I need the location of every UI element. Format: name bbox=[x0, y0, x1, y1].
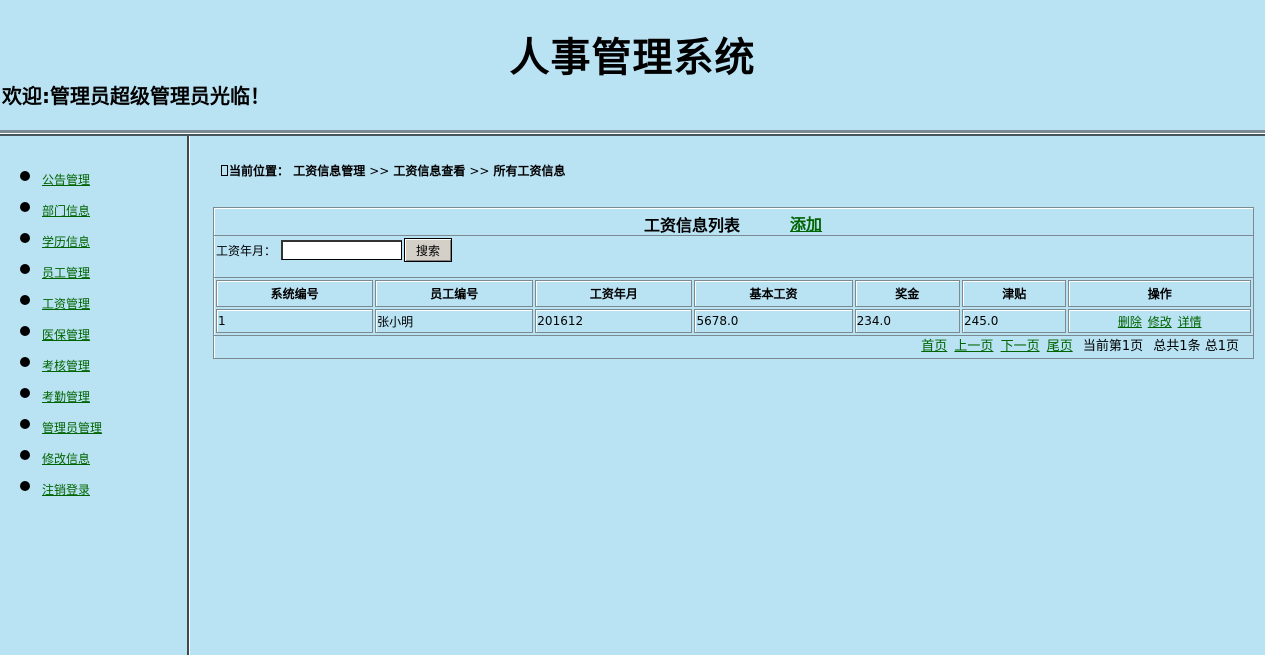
panel-title: 工资信息列表 bbox=[644, 216, 741, 235]
header: 人事管理系统 欢迎:管理员超级管理员光临！ bbox=[0, 0, 1265, 131]
sidebar-link-insurance[interactable]: 医保管理 bbox=[42, 328, 90, 342]
cell-employee: 张小明 bbox=[375, 309, 534, 333]
sidebar-item-attendance: 考勤管理 bbox=[0, 380, 186, 411]
sidebar-item-edit-info: 修改信息 bbox=[0, 442, 186, 473]
salary-table: 系统编号 员工编号 工资年月 基本工资 奖金 津贴 操作 1 张小明 20161… bbox=[214, 278, 1253, 335]
app-title: 人事管理系统 bbox=[509, 35, 756, 81]
delete-link[interactable]: 删除 bbox=[1118, 315, 1142, 329]
bullet-icon bbox=[20, 202, 30, 212]
pagination: 首页 上一页 下一页 尾页 当前第1页 总共1条 总1页 bbox=[214, 335, 1253, 358]
welcome-message: 欢迎:管理员超级管理员光临！ bbox=[2, 84, 270, 108]
bullet-icon bbox=[20, 481, 30, 491]
sidebar-item-salary: 工资管理 bbox=[0, 287, 186, 318]
sidebar-item-assessment: 考核管理 bbox=[0, 349, 186, 380]
cell-actions: 删除 修改 详情 bbox=[1068, 309, 1251, 333]
sidebar-item-insurance: 医保管理 bbox=[0, 318, 186, 349]
sidebar-divider bbox=[187, 136, 190, 655]
sidebar-link-education[interactable]: 学历信息 bbox=[42, 235, 90, 249]
breadcrumb-prefix: 当前位置： bbox=[229, 164, 290, 178]
current-page-text: 当前第1页 bbox=[1082, 339, 1144, 354]
add-button[interactable]: 添加 bbox=[790, 211, 822, 235]
search-bar: 工资年月： 搜索 bbox=[214, 236, 1253, 278]
sidebar-link-admins[interactable]: 管理员管理 bbox=[42, 421, 102, 435]
sidebar-item-announcements: 公告管理 bbox=[0, 163, 186, 194]
bullet-icon bbox=[20, 357, 30, 367]
breadcrumb-separator: >> bbox=[369, 164, 390, 178]
sidebar-link-edit-info[interactable]: 修改信息 bbox=[42, 452, 90, 466]
search-button[interactable]: 搜索 bbox=[404, 238, 452, 262]
column-header-base-salary: 基本工资 bbox=[694, 280, 853, 307]
column-header-id: 系统编号 bbox=[216, 280, 374, 307]
sidebar-item-education: 学历信息 bbox=[0, 225, 186, 256]
breadcrumb: 当前位置： 工资信息管理 >> 工资信息查看 >> 所有工资信息 bbox=[221, 163, 565, 179]
breadcrumb-level-1: 工资信息管理 bbox=[293, 164, 366, 178]
column-header-employee: 员工编号 bbox=[375, 280, 534, 307]
first-page-link[interactable]: 首页 bbox=[921, 339, 947, 354]
bullet-icon bbox=[20, 419, 30, 429]
cell-bonus: 234.0 bbox=[854, 309, 961, 333]
salary-panel: 工资信息列表 添加 工资年月： 搜索 系统编号 员工编号 工资年月 基本工资 奖… bbox=[213, 207, 1254, 359]
breadcrumb-level-3: 所有工资信息 bbox=[493, 164, 566, 178]
sidebar-item-logout: 注销登录 bbox=[0, 473, 186, 504]
bullet-icon bbox=[20, 264, 30, 274]
sidebar-menu: 公告管理 部门信息 学历信息 员工管理 工资管理 医保管理 考核管理 考勤管理 … bbox=[0, 163, 186, 504]
sidebar-item-employees: 员工管理 bbox=[0, 256, 186, 287]
cell-month: 201612 bbox=[535, 309, 693, 333]
bullet-icon bbox=[20, 171, 30, 181]
next-page-link[interactable]: 下一页 bbox=[1001, 339, 1040, 354]
breadcrumb-level-2: 工资信息查看 bbox=[393, 164, 466, 178]
total-pages-text: 总1页 bbox=[1204, 339, 1239, 354]
bullet-icon bbox=[20, 326, 30, 336]
sidebar-link-announcements[interactable]: 公告管理 bbox=[42, 173, 90, 187]
prev-page-link[interactable]: 上一页 bbox=[954, 339, 993, 354]
column-header-allowance: 津贴 bbox=[962, 280, 1067, 307]
table-header-row: 系统编号 员工编号 工资年月 基本工资 奖金 津贴 操作 bbox=[216, 280, 1251, 307]
column-header-bonus: 奖金 bbox=[854, 280, 961, 307]
search-label: 工资年月： bbox=[216, 244, 277, 258]
bullet-icon bbox=[20, 233, 30, 243]
bullet-icon bbox=[20, 295, 30, 305]
bullet-icon bbox=[20, 388, 30, 398]
total-records-text: 总共1条 bbox=[1153, 339, 1201, 354]
table-row: 1 张小明 201612 5678.0 234.0 245.0 删除 修改 详情 bbox=[216, 309, 1251, 333]
sidebar-link-assessment[interactable]: 考核管理 bbox=[42, 359, 90, 373]
cell-id: 1 bbox=[216, 309, 374, 333]
sidebar-link-departments[interactable]: 部门信息 bbox=[42, 204, 90, 218]
location-icon bbox=[221, 165, 228, 176]
salary-month-input[interactable] bbox=[281, 240, 402, 260]
details-link[interactable]: 详情 bbox=[1178, 315, 1202, 329]
sidebar-link-attendance[interactable]: 考勤管理 bbox=[42, 390, 90, 404]
column-header-month: 工资年月 bbox=[535, 280, 693, 307]
sidebar-link-logout[interactable]: 注销登录 bbox=[42, 483, 90, 497]
column-header-actions: 操作 bbox=[1068, 280, 1251, 307]
cell-base-salary: 5678.0 bbox=[694, 309, 853, 333]
sidebar-link-employees[interactable]: 员工管理 bbox=[42, 266, 90, 280]
panel-header: 工资信息列表 添加 bbox=[214, 208, 1253, 236]
sidebar-item-departments: 部门信息 bbox=[0, 194, 186, 225]
sidebar-link-salary[interactable]: 工资管理 bbox=[42, 297, 90, 311]
breadcrumb-separator: >> bbox=[469, 164, 490, 178]
edit-link[interactable]: 修改 bbox=[1148, 315, 1172, 329]
sidebar: 公告管理 部门信息 学历信息 员工管理 工资管理 医保管理 考核管理 考勤管理 … bbox=[0, 163, 186, 504]
cell-allowance: 245.0 bbox=[962, 309, 1067, 333]
bullet-icon bbox=[20, 450, 30, 460]
sidebar-item-admins: 管理员管理 bbox=[0, 411, 186, 442]
last-page-link[interactable]: 尾页 bbox=[1047, 339, 1073, 354]
